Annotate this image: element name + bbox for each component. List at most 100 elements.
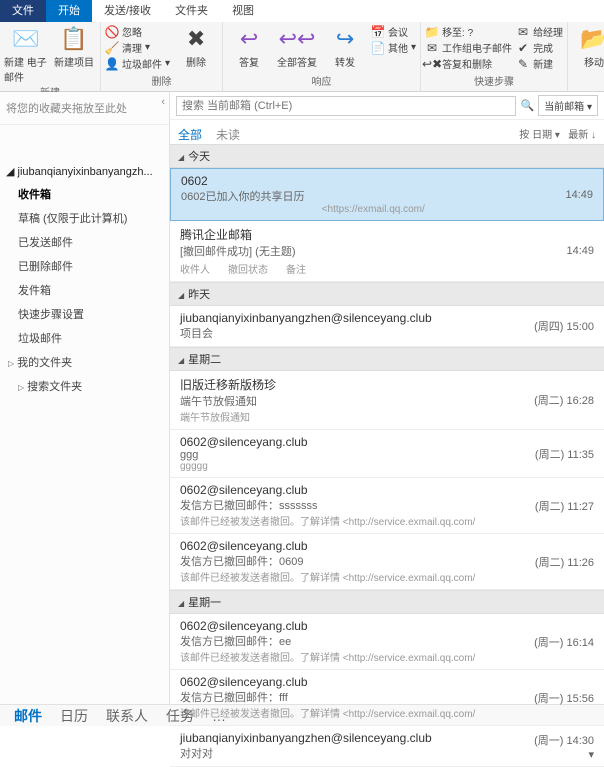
new-quick-icon: ✎ (516, 57, 530, 71)
msg-preview: 对对对 (180, 745, 534, 761)
folder-sent[interactable]: 已发送邮件 (0, 230, 169, 254)
clean-button[interactable]: 🧹清理 ▾ (105, 40, 170, 55)
tab-file[interactable]: 文件 (0, 0, 46, 22)
folder-myfolders[interactable]: 我的文件夹 (0, 350, 169, 374)
search-input[interactable] (176, 96, 516, 116)
msg-preview: ggg (180, 449, 535, 461)
message-list-pane: 🔍 当前邮箱 ▾ 全部 未读 按 日期 ▾ 最新 ↓ 今天 0602 0602已… (170, 92, 604, 704)
forward-button[interactable]: ↪转发 (323, 24, 367, 69)
msg-subject: 0602@silenceyang.club (180, 619, 534, 633)
collapse-icon[interactable]: ‹ (161, 96, 165, 108)
msg-preview: 发信方已撤回邮件：fff (180, 689, 534, 705)
msg-time: 14:49 (566, 226, 594, 276)
group-yesterday[interactable]: 昨天 (170, 282, 604, 306)
group-respond-label: 响应 (227, 73, 416, 89)
folder-searchfolders[interactable]: 搜索文件夹 (0, 374, 169, 398)
msg-extra: ggggg (180, 461, 535, 472)
msg-extra: <https://exmail.qq.com/ (181, 204, 565, 215)
more-respond-button[interactable]: 📄其他 ▾ (371, 40, 416, 55)
message-item[interactable]: 0602@silenceyang.club 发信方已撤回邮件：fff 该邮件已经… (170, 670, 604, 726)
msg-preview: 0602已加入你的共享日历 (181, 188, 565, 204)
msg-time: (周四) 15:00 (534, 311, 594, 341)
new-mail-button[interactable]: ✉️ 新建 电子邮件 (4, 24, 48, 84)
bottom-more[interactable]: … (212, 708, 226, 724)
reply-button[interactable]: ↩答复 (227, 24, 271, 69)
quick-done[interactable]: ✔完成 (516, 40, 563, 55)
tab-home[interactable]: 开始 (46, 0, 92, 22)
quick-tomgr[interactable]: ✉给经理 (516, 24, 563, 39)
message-item[interactable]: 0602@silenceyang.club 发信方已撤回邮件：ee 该邮件已经被… (170, 614, 604, 670)
msg-preview: 发信方已撤回邮件：ee (180, 633, 534, 649)
msg-extra: 端午节放假通知 (180, 409, 534, 424)
sort-order[interactable]: 最新 ↓ (568, 130, 596, 141)
mail-icon: ✉️ (11, 24, 41, 54)
quick-replydel[interactable]: ↩✖答复和删除 (425, 56, 512, 71)
team-icon: ✉ (425, 41, 439, 55)
message-item[interactable]: 0602@silenceyang.club ggg ggggg (周二) 11:… (170, 430, 604, 478)
meeting-button[interactable]: 📅会议 (371, 24, 416, 39)
msg-extra: 该邮件已经被发送者撤回。了解详情 <http://service.exmail.… (180, 705, 534, 720)
tab-folder[interactable]: 文件夹 (163, 0, 220, 22)
mailbox-root[interactable]: ◢ jiubanqianyixinbanyangzh... (0, 161, 169, 182)
group-tuesday[interactable]: 星期二 (170, 347, 604, 371)
message-item[interactable]: 0602@silenceyang.club 发信方已撤回邮件：0609 该邮件已… (170, 534, 604, 590)
message-item[interactable]: 腾讯企业邮箱 [撤回邮件成功] (无主题) 收件人 撤回状态 备注 14:49 (170, 221, 604, 282)
tab-sendreceive[interactable]: 发送/接收 (92, 0, 163, 22)
recall-recipient: 收件人 (180, 261, 210, 276)
bottom-contacts[interactable]: 联系人 (106, 706, 148, 726)
recall-note: 备注 (286, 261, 306, 276)
folder-icon: 📁 (425, 25, 439, 39)
filter-unread[interactable]: 未读 (216, 126, 240, 143)
tab-bar: 文件 开始 发送/接收 文件夹 视图 (0, 0, 604, 22)
quick-new[interactable]: ✎新建 (516, 56, 563, 71)
bottom-mail[interactable]: 邮件 (14, 706, 42, 726)
msg-time: (周一) 16:14 (534, 619, 594, 664)
msg-subject: jiubanqianyixinbanyangzhen@silenceyang.c… (180, 731, 534, 745)
folder-inbox[interactable]: 收件箱 (0, 182, 169, 206)
search-icon[interactable]: 🔍 (520, 99, 534, 112)
group-delete-label: 删除 (105, 73, 218, 89)
msg-preview: 发信方已撤回邮件：0609 (180, 553, 535, 569)
msg-subject: jiubanqianyixinbanyangzhen@silenceyang.c… (180, 311, 534, 325)
message-item[interactable]: 旧版迁移新版杨珍 端午节放假通知 端午节放假通知 (周二) 16:28 (170, 371, 604, 430)
bottom-tasks[interactable]: 任务 (166, 706, 194, 726)
msg-time: (周二) 11:26 (535, 539, 594, 584)
tab-view[interactable]: 视图 (220, 0, 266, 22)
bottom-calendar[interactable]: 日历 (60, 706, 88, 726)
move-button[interactable]: 📂移动 (572, 24, 604, 69)
folder-junk[interactable]: 垃圾邮件 (0, 326, 169, 350)
filter-all[interactable]: 全部 (178, 126, 202, 143)
message-item[interactable]: 0602@silenceyang.club 发信方已撤回邮件：sssssss 该… (170, 478, 604, 534)
message-item[interactable]: 0602 0602已加入你的共享日历 <https://exmail.qq.co… (170, 168, 604, 221)
msg-extra: 该邮件已经被发送者撤回。了解详情 <http://service.exmail.… (180, 569, 535, 584)
new-item-button[interactable]: 📋 新建项目 (52, 24, 96, 69)
ignore-button[interactable]: 🚫忽略 (105, 24, 170, 39)
folder-quicksteps[interactable]: 快速步骤设置 (0, 302, 169, 326)
favorites-drop[interactable]: 将您的收藏夹拖放至此处 ‹ (0, 92, 169, 125)
reply-all-button[interactable]: ↩↩全部答复 (275, 24, 319, 69)
message-item[interactable]: jiubanqianyixinbanyangzhen@silenceyang.c… (170, 726, 604, 767)
junk-icon: 👤 (105, 57, 119, 71)
msg-subject: 0602@silenceyang.club (180, 539, 535, 553)
ignore-icon: 🚫 (105, 25, 119, 39)
folder-outbox[interactable]: 发件箱 (0, 278, 169, 302)
msg-subject: 0602 (181, 174, 565, 188)
folder-deleted[interactable]: 已删除邮件 (0, 254, 169, 278)
msg-subject: 0602@silenceyang.club (180, 483, 535, 497)
done-icon: ✔ (516, 41, 530, 55)
quick-moveto[interactable]: 📁移至: ? (425, 24, 512, 39)
msg-time: (周一) 15:56 (534, 675, 594, 720)
recall-status: 撤回状态 (228, 261, 268, 276)
folder-drafts[interactable]: 草稿 (仅限于此计算机) (0, 206, 169, 230)
message-item[interactable]: jiubanqianyixinbanyangzhen@silenceyang.c… (170, 306, 604, 347)
group-monday[interactable]: 星期一 (170, 590, 604, 614)
more-icon: 📄 (371, 41, 385, 55)
msg-subject: 旧版迁移新版杨珍 (180, 376, 534, 393)
sort-by[interactable]: 按 日期 (519, 130, 552, 141)
group-today[interactable]: 今天 (170, 144, 604, 168)
msg-time: 14:49 (565, 174, 593, 215)
junk-button[interactable]: 👤垃圾邮件 ▾ (105, 56, 170, 71)
delete-button[interactable]: ✖ 删除 (174, 24, 218, 69)
quick-team[interactable]: ✉工作组电子邮件 (425, 40, 512, 55)
search-scope-dropdown[interactable]: 当前邮箱 ▾ (538, 95, 598, 116)
